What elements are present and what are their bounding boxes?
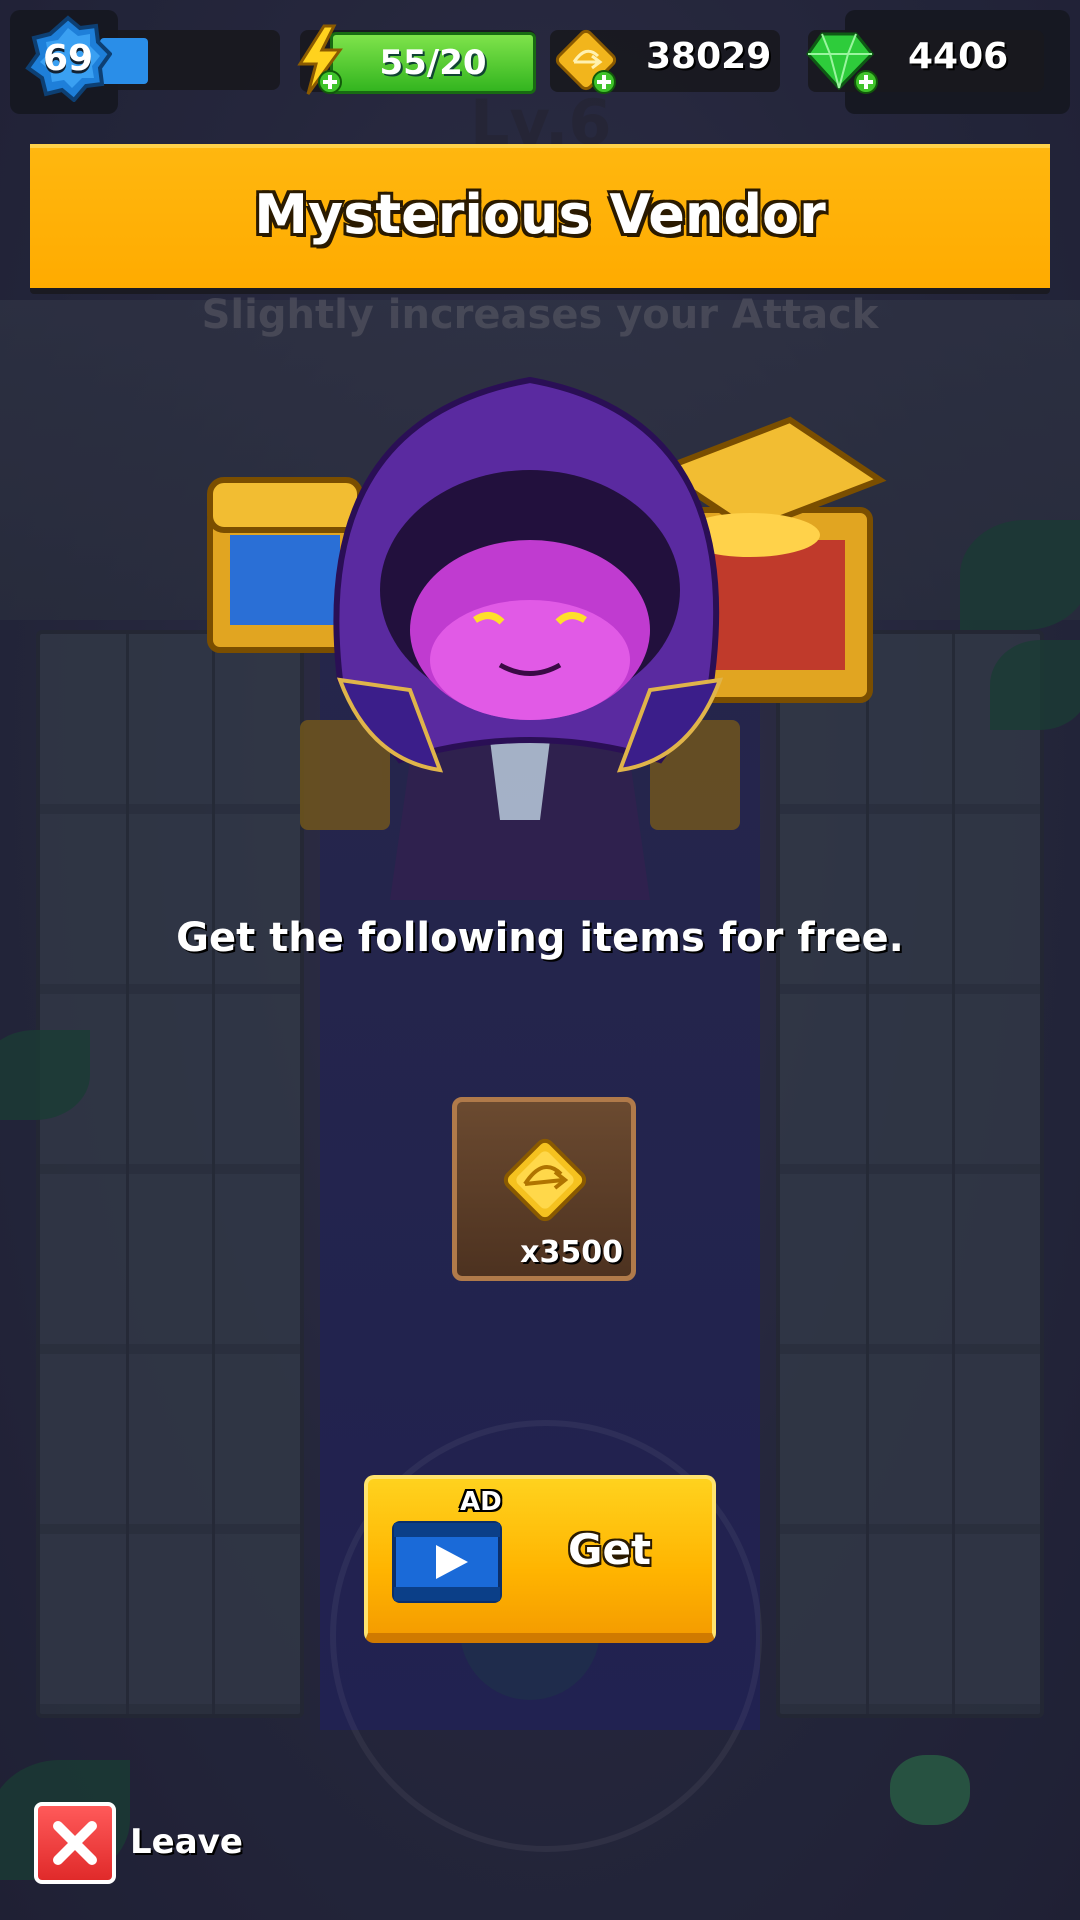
player-level-badge[interactable]: 69	[24, 14, 112, 102]
gold-count: 38029	[646, 36, 772, 77]
leave-button[interactable]	[34, 1802, 116, 1884]
video-ad-icon	[392, 1521, 502, 1603]
gold-coin-icon	[503, 1138, 587, 1222]
player-level: 69	[42, 37, 94, 79]
gold-coin-icon[interactable]	[552, 26, 622, 100]
popup-message: Get the following items for free.	[176, 915, 904, 961]
reward-quantity: x3500	[520, 1235, 623, 1270]
reward-item-slot[interactable]: x3500	[452, 1097, 636, 1281]
energy-count: 55/20	[379, 43, 487, 83]
gem-icon[interactable]	[804, 24, 880, 100]
ad-badge: AD	[460, 1487, 502, 1517]
mysterious-vendor-illustration	[207, 376, 887, 900]
popup-title: Mysterious Vendor	[254, 182, 826, 246]
gem-count: 4406	[908, 36, 1009, 77]
get-button-label: Get	[568, 1525, 652, 1574]
get-reward-ad-button[interactable]: AD Get	[364, 1475, 716, 1643]
hooded-vendor	[333, 376, 724, 773]
leave-label[interactable]: Leave	[130, 1822, 243, 1862]
close-icon	[53, 1821, 97, 1865]
